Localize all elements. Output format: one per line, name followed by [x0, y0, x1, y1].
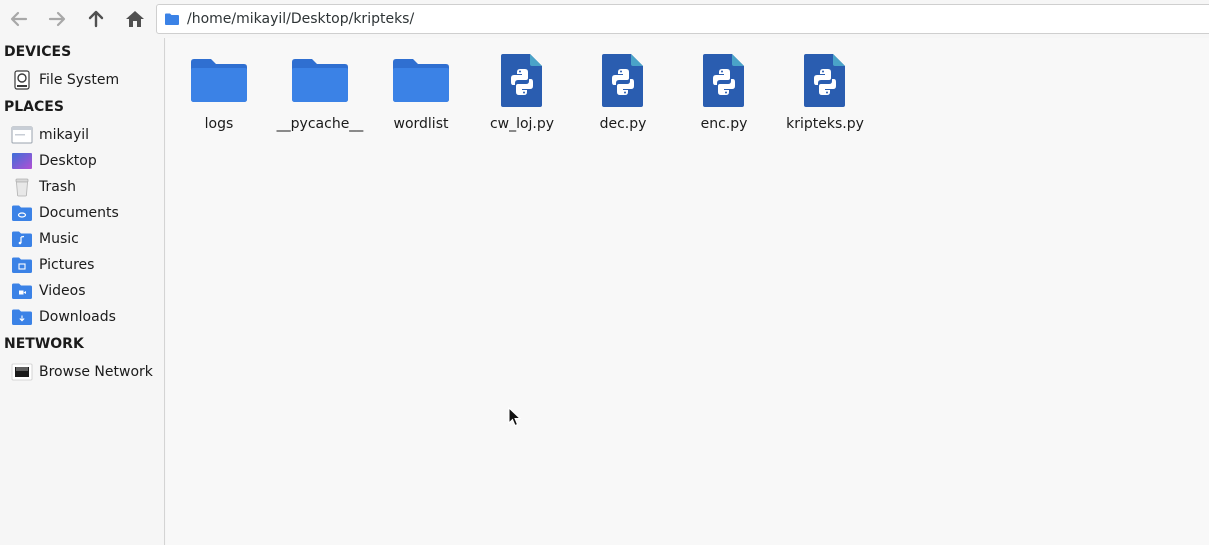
sidebar-item-label: Downloads	[39, 309, 116, 325]
documents-folder-icon	[11, 203, 33, 223]
sidebar-item-documents[interactable]: Documents	[11, 202, 161, 224]
location-bar[interactable]: /home/mikayil/Desktop/kripteks/	[156, 4, 1209, 34]
videos-folder-icon	[11, 281, 33, 301]
back-button[interactable]	[4, 5, 34, 33]
file-name: dec.py	[599, 116, 647, 132]
file-name: cw_loj.py	[489, 116, 555, 132]
file-item-logs[interactable]: logs	[169, 50, 269, 140]
location-path: /home/mikayil/Desktop/kripteks/	[187, 11, 415, 27]
devices-header: DEVICES	[4, 44, 72, 60]
sidebar-item-trash[interactable]: Trash	[11, 176, 161, 198]
sidebar-item-label: mikayil	[39, 127, 90, 143]
home-folder-icon	[11, 125, 33, 145]
folder-icon	[165, 13, 179, 25]
places-header: PLACES	[4, 99, 64, 115]
sidebar-item-label: Desktop	[39, 153, 97, 169]
file-name: logs	[204, 116, 234, 132]
sidebar-item-file-system[interactable]: File System	[11, 69, 161, 91]
file-item-kripteks[interactable]: kripteks.py	[775, 50, 875, 140]
sidebar-item-label: Browse Network	[39, 364, 153, 380]
pictures-folder-icon	[11, 255, 33, 275]
trash-icon	[11, 177, 33, 197]
file-name: __pycache__	[276, 116, 364, 132]
sidebar: DEVICES File System PLACES mikayil Deskt…	[0, 38, 165, 545]
sidebar-item-label: Videos	[39, 283, 86, 299]
file-item-cw-loj[interactable]: cw_loj.py	[472, 50, 572, 140]
file-name: wordlist	[393, 116, 449, 132]
desktop-icon	[11, 151, 33, 171]
folder-icon	[391, 50, 451, 110]
music-folder-icon	[11, 229, 33, 249]
file-item-enc[interactable]: enc.py	[674, 50, 774, 140]
sidebar-item-desktop[interactable]: Desktop	[11, 150, 161, 172]
file-name: kripteks.py	[786, 116, 864, 132]
sidebar-item-music[interactable]: Music	[11, 228, 161, 250]
sidebar-item-label: Documents	[39, 205, 119, 221]
downloads-folder-icon	[11, 307, 33, 327]
arrow-up-icon	[88, 10, 104, 28]
sidebar-item-downloads[interactable]: Downloads	[11, 306, 161, 328]
file-item-pycache[interactable]: __pycache__	[270, 50, 370, 140]
sidebar-item-mikayil[interactable]: mikayil	[11, 124, 161, 146]
python-file-icon	[694, 50, 754, 110]
file-item-dec[interactable]: dec.py	[573, 50, 673, 140]
network-icon	[11, 362, 33, 382]
harddisk-icon	[11, 70, 33, 90]
sidebar-item-label: Trash	[39, 179, 76, 195]
mouse-cursor-icon	[508, 407, 522, 427]
sidebar-item-label: Music	[39, 231, 79, 247]
file-view[interactable]: logs __pycache__ wordlist cw_loj.py dec.…	[166, 38, 1209, 545]
network-header: NETWORK	[4, 336, 84, 352]
up-button[interactable]	[81, 5, 111, 33]
sidebar-item-label: File System	[39, 72, 120, 88]
python-file-icon	[795, 50, 855, 110]
python-file-icon	[593, 50, 653, 110]
file-item-wordlist[interactable]: wordlist	[371, 50, 471, 140]
sidebar-item-videos[interactable]: Videos	[11, 280, 161, 302]
folder-icon	[290, 50, 350, 110]
sidebar-item-browse-network[interactable]: Browse Network	[11, 361, 161, 383]
arrow-right-icon	[48, 11, 66, 27]
python-file-icon	[492, 50, 552, 110]
home-button[interactable]	[120, 5, 150, 33]
arrow-left-icon	[10, 11, 28, 27]
sidebar-item-pictures[interactable]: Pictures	[11, 254, 161, 276]
sidebar-item-label: Pictures	[39, 257, 95, 273]
file-name: enc.py	[700, 116, 748, 132]
forward-button[interactable]	[42, 5, 72, 33]
folder-icon	[189, 50, 249, 110]
toolbar: /home/mikayil/Desktop/kripteks/	[0, 0, 1209, 38]
home-icon	[126, 11, 144, 27]
